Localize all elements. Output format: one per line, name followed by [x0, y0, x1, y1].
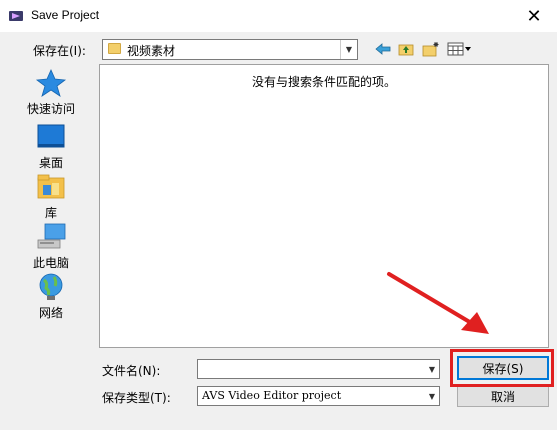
- up-folder-button[interactable]: [396, 40, 416, 58]
- annotation-highlight-box: [450, 349, 554, 387]
- sidebar-item-quick-access[interactable]: 快速访问: [10, 68, 92, 117]
- up-folder-icon: [398, 44, 414, 56]
- annotation-arrow: [387, 272, 489, 334]
- cancel-button[interactable]: 取消: [457, 385, 549, 407]
- save-in-dropdown[interactable]: 视频素材 ▼: [102, 39, 358, 60]
- sidebar-item-desktop[interactable]: 桌面: [10, 122, 92, 171]
- filetype-label: 保存类型(T):: [102, 391, 171, 405]
- save-in-label: 保存在(I):: [33, 44, 86, 58]
- quick-access-star-icon: [35, 69, 67, 97]
- app-icon: [9, 11, 23, 21]
- sidebar-item-network[interactable]: 网络: [10, 272, 92, 321]
- save-dialog: Save Project ✕ 保存在(I): 视频素材 ▼ 快速访问 桌面 库 …: [0, 0, 557, 430]
- sidebar-item-label: 快速访问: [26, 102, 75, 116]
- this-pc-icon: [37, 223, 66, 249]
- sidebar-item-label: 网络: [38, 306, 63, 320]
- library-icon: [37, 174, 65, 199]
- folder-icon: [108, 43, 121, 54]
- chevron-down-icon: ▼: [428, 391, 436, 401]
- new-folder-button[interactable]: [420, 40, 442, 58]
- chevron-down-icon: ▼: [340, 40, 357, 59]
- sidebar-item-this-pc[interactable]: 此电脑: [10, 222, 92, 271]
- title-bar: Save Project ✕: [0, 0, 557, 32]
- back-arrow-icon: [375, 43, 391, 55]
- filetype-value: AVS Video Editor project: [202, 389, 342, 402]
- places-bar: 快速访问 桌面 库 此电脑 网络: [10, 64, 92, 344]
- view-menu-icon: [447, 42, 471, 56]
- empty-message: 没有与搜索条件匹配的项。: [251, 75, 396, 89]
- filename-input[interactable]: ▼: [197, 359, 440, 379]
- save-in-value: 视频素材: [127, 44, 176, 58]
- network-icon: [39, 273, 63, 300]
- desktop-icon: [37, 124, 65, 148]
- sidebar-item-label: 库: [44, 206, 57, 220]
- new-folder-icon: [422, 42, 439, 57]
- close-button[interactable]: ✕: [511, 0, 557, 32]
- view-menu-button[interactable]: [446, 40, 474, 58]
- filename-label: 文件名(N):: [102, 364, 161, 378]
- sidebar-item-label: 此电脑: [32, 256, 69, 270]
- chevron-down-icon: ▼: [428, 364, 436, 374]
- back-button[interactable]: [373, 40, 393, 58]
- sidebar-item-label: 桌面: [38, 156, 63, 170]
- filetype-dropdown[interactable]: AVS Video Editor project ▼: [197, 386, 440, 406]
- window-title: Save Project: [31, 8, 100, 22]
- sidebar-item-library[interactable]: 库: [10, 172, 92, 221]
- close-icon: ✕: [526, 5, 542, 27]
